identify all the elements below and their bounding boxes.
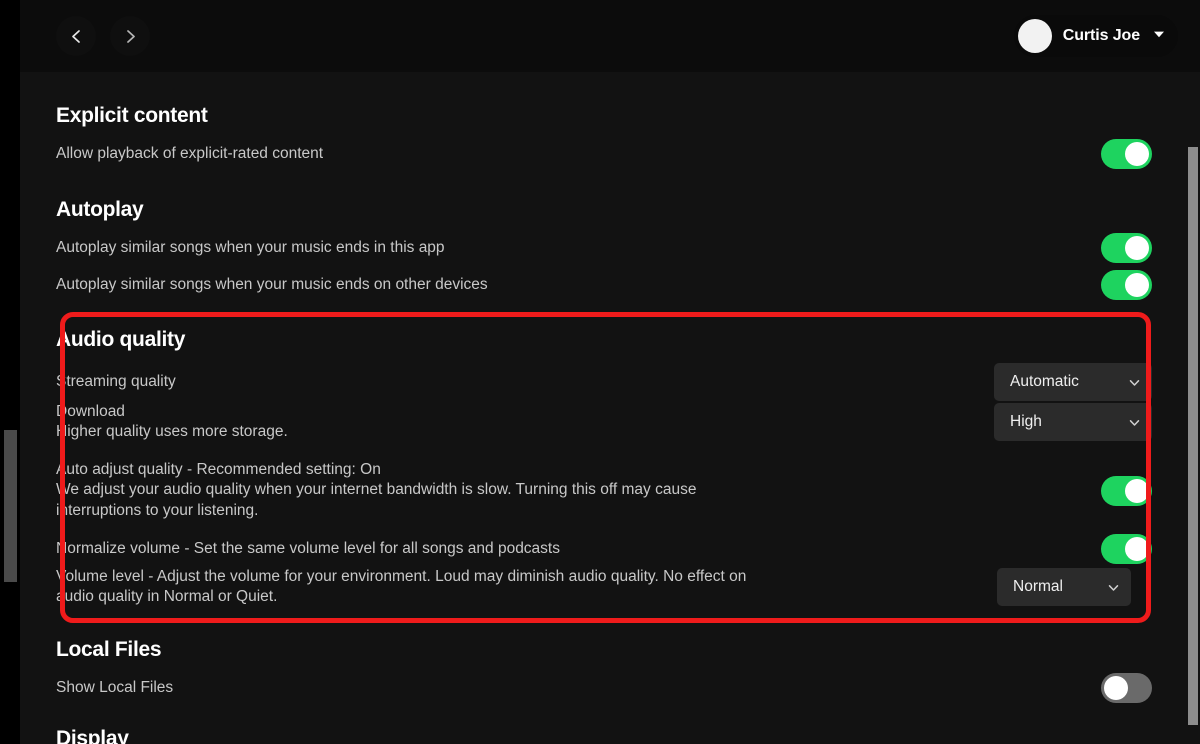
vertical-scrollbar-thumb[interactable] (1188, 147, 1198, 725)
row-streaming-quality: Streaming quality Automatic (56, 363, 1152, 401)
toggle-auto-adjust-quality[interactable] (1101, 476, 1152, 506)
section-explicit-content: Explicit content (56, 104, 1152, 128)
toggle-allow-explicit-content[interactable] (1101, 139, 1152, 169)
dropdown-value: Automatic (1010, 373, 1079, 391)
section-audio-quality: Audio quality (56, 328, 1152, 352)
row-label: Autoplay similar songs when your music e… (56, 275, 488, 295)
row-label: Auto adjust quality - Recommended settin… (56, 460, 736, 521)
row-control: Automatic (994, 363, 1152, 401)
section-title-explicit-content: Explicit content (56, 104, 1152, 128)
row-control (1101, 233, 1152, 263)
section-title-local-files: Local Files (56, 638, 1152, 662)
toggle-knob (1125, 142, 1149, 166)
chevron-down-icon (1128, 416, 1141, 429)
row-allow-explicit: Allow playback of explicit-rated content (56, 135, 1152, 173)
toggle-knob (1104, 676, 1128, 700)
row-auto-adjust-quality: Auto adjust quality - Recommended settin… (56, 460, 1152, 521)
toggle-autoplay-this-app[interactable] (1101, 233, 1152, 263)
toggle-show-local-files[interactable] (1101, 673, 1152, 703)
row-label: Allow playback of explicit-rated content (56, 144, 323, 164)
dropdown-download-quality[interactable]: High (994, 403, 1152, 441)
section-title-audio-quality: Audio quality (56, 328, 1152, 352)
row-volume-level: Volume level - Adjust the volume for you… (56, 567, 1152, 608)
row-autoplay-other-devices: Autoplay similar songs when your music e… (56, 266, 1152, 304)
toggle-normalize-volume[interactable] (1101, 534, 1152, 564)
row-control (1101, 139, 1152, 169)
row-control: High (994, 403, 1152, 441)
row-show-local-files: Show Local Files (56, 669, 1152, 707)
row-label: Show Local Files (56, 678, 173, 698)
row-label: Volume level - Adjust the volume for you… (56, 567, 756, 608)
left-scrollbar-thumb[interactable] (4, 430, 17, 582)
row-control (1101, 673, 1152, 703)
row-label-subtitle: Higher quality uses more storage. (56, 422, 288, 442)
chevron-left-icon (68, 28, 85, 45)
row-download-quality: Download Higher quality uses more storag… (56, 402, 1152, 443)
row-label: Download Higher quality uses more storag… (56, 402, 288, 443)
top-navigation-bar: Curtis Joe (20, 0, 1200, 72)
section-local-files: Local Files (56, 638, 1152, 662)
forward-button[interactable] (110, 16, 150, 56)
dropdown-value: High (1010, 413, 1042, 431)
profile-name: Curtis Joe (1063, 27, 1140, 45)
toggle-knob (1125, 537, 1149, 561)
row-label: Normalize volume - Set the same volume l… (56, 539, 560, 559)
row-control (1101, 270, 1152, 300)
chevron-down-icon (1152, 27, 1166, 46)
row-control (1101, 534, 1152, 564)
row-label-title: Download (56, 403, 125, 420)
row-label-title: Auto adjust quality - Recommended settin… (56, 461, 381, 478)
row-autoplay-this-app: Autoplay similar songs when your music e… (56, 229, 1152, 267)
section-autoplay: Autoplay (56, 198, 1152, 222)
screenshot-root: Curtis Joe Explicit content Allow playba… (0, 0, 1200, 744)
chevron-down-icon (1107, 581, 1120, 594)
dropdown-volume-level[interactable]: Normal (997, 568, 1131, 606)
row-normalize-volume: Normalize volume - Set the same volume l… (56, 530, 1152, 568)
row-label: Streaming quality (56, 372, 176, 392)
section-title-display: Display (56, 727, 1152, 744)
toggle-knob (1125, 236, 1149, 260)
user-profile-menu[interactable]: Curtis Joe (1014, 15, 1178, 57)
row-label: Autoplay similar songs when your music e… (56, 238, 445, 258)
row-control (1101, 476, 1152, 506)
settings-content: Explicit content Allow playback of expli… (20, 72, 1200, 744)
back-button[interactable] (56, 16, 96, 56)
dropdown-value: Normal (1013, 578, 1063, 596)
chevron-right-icon (122, 28, 139, 45)
section-display: Display (56, 727, 1152, 744)
app-panel: Curtis Joe Explicit content Allow playba… (20, 0, 1200, 744)
row-label-subtitle: We adjust your audio quality when your i… (56, 480, 736, 521)
toggle-knob (1125, 479, 1149, 503)
avatar (1018, 19, 1052, 53)
section-title-autoplay: Autoplay (56, 198, 1152, 222)
chevron-down-icon (1128, 376, 1141, 389)
dropdown-streaming-quality[interactable]: Automatic (994, 363, 1152, 401)
toggle-autoplay-other-devices[interactable] (1101, 270, 1152, 300)
row-control: Normal (997, 568, 1152, 606)
toggle-knob (1125, 273, 1149, 297)
